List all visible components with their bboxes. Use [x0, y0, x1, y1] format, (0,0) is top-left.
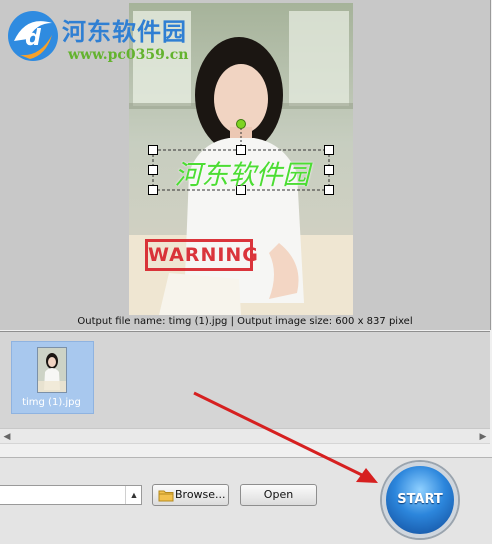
- site-name: 河东软件园: [62, 18, 187, 46]
- chevron-left-icon[interactable]: ◀: [0, 429, 14, 443]
- site-url: www.pc0359.cn: [68, 47, 189, 63]
- chevron-right-icon[interactable]: ▶: [476, 429, 490, 443]
- thumbnail-image[interactable]: [37, 347, 67, 393]
- thumbnail-photo: [38, 348, 66, 392]
- stamp-watermark: WARNING: [145, 239, 258, 271]
- thumbnail-label: timg (1).jpg: [22, 397, 81, 408]
- logo-icon: d: [8, 11, 58, 61]
- pointer-arrow-annotation: [193, 391, 378, 483]
- output-folder-select[interactable]: [0, 485, 142, 505]
- start-button[interactable]: START: [382, 462, 458, 538]
- svg-text:d: d: [25, 26, 41, 51]
- folder-icon: [158, 490, 174, 502]
- site-logo: d: [6, 9, 60, 63]
- text-watermark: 河东软件园: [174, 160, 310, 191]
- output-info: Output file name: timg (1).jpg | Output …: [77, 316, 413, 327]
- spinner-arrows-icon[interactable]: ▲: [125, 486, 142, 504]
